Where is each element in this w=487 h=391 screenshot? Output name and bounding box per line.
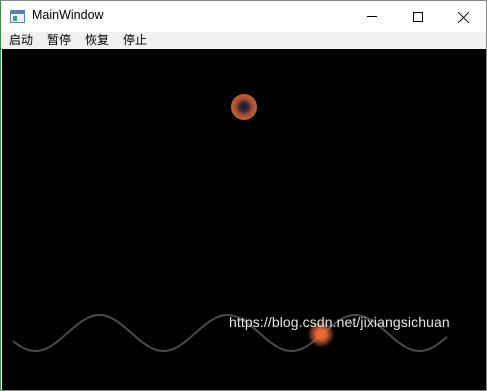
menu-item-start[interactable]: 启动 xyxy=(9,33,33,48)
maximize-icon xyxy=(413,11,423,22)
main-window: MainWindow 启动 暂停 恢复 停止 https://blog.csdn… xyxy=(0,0,487,391)
menu-item-pause[interactable]: 暂停 xyxy=(47,33,71,48)
watermark-text: https://blog.csdn.net/jixiangsichuan xyxy=(229,314,450,330)
window-title: MainWindow xyxy=(32,8,104,22)
close-icon xyxy=(458,11,470,23)
app-window-icon xyxy=(10,10,25,23)
title-bar[interactable]: MainWindow xyxy=(1,1,486,32)
close-button[interactable] xyxy=(441,1,487,32)
orbit-ball xyxy=(231,94,257,120)
menu-item-stop[interactable]: 停止 xyxy=(123,33,147,48)
minimize-button[interactable] xyxy=(349,1,395,32)
maximize-button[interactable] xyxy=(395,1,441,32)
animation-canvas xyxy=(2,49,486,390)
animation-svg xyxy=(12,94,476,353)
menu-bar: 启动 暂停 恢复 停止 xyxy=(1,32,486,49)
minimize-icon xyxy=(367,16,377,17)
menu-item-resume[interactable]: 恢复 xyxy=(85,33,109,48)
